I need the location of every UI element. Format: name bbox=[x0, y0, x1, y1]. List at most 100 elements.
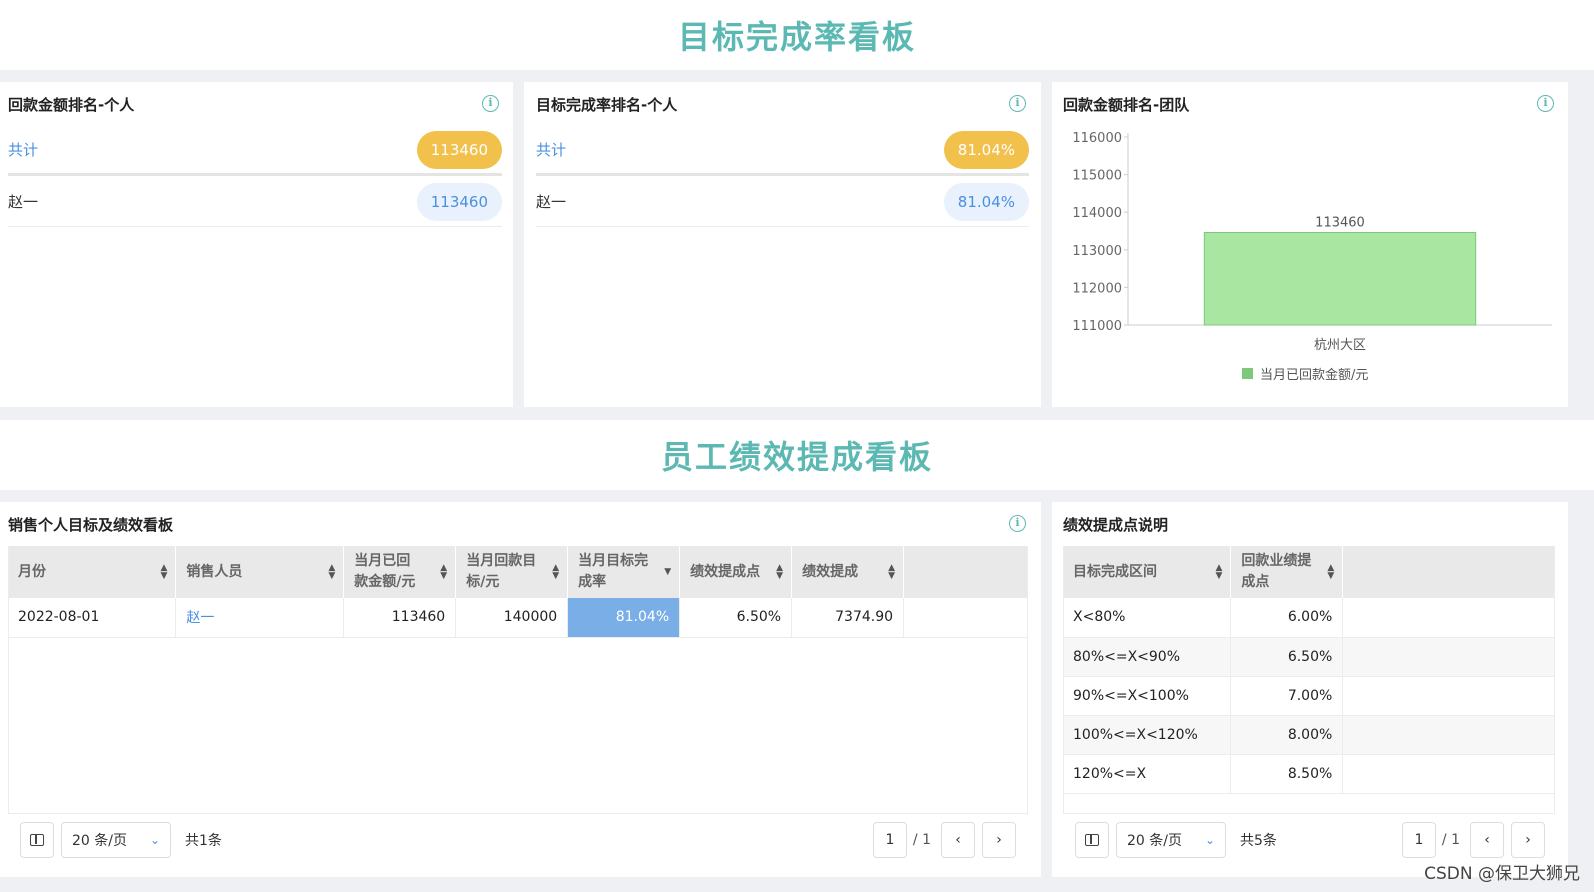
cell-point: 6.50% bbox=[679, 598, 793, 638]
cell-month: 2022-08-01 bbox=[8, 598, 177, 638]
rules-pagination: 20 条/页 ⌄ 共5条 1 / 1 ‹ › bbox=[1075, 821, 1545, 859]
cell-point: 8.50% bbox=[1230, 754, 1344, 794]
info-icon[interactable]: i bbox=[1009, 515, 1026, 532]
column-header-label: 当月已回 bbox=[354, 553, 411, 569]
table-row[interactable]: 120%<=X 8.50% bbox=[1063, 754, 1555, 794]
sort-icon[interactable]: ▲ ▼ bbox=[1215, 564, 1222, 581]
page-total: / 1 bbox=[912, 832, 931, 848]
page-size-value: 20 条/页 bbox=[1127, 833, 1182, 849]
column-header[interactable]: 绩效提成点 ▲ ▼ bbox=[679, 546, 793, 598]
column-header-label: 成点 bbox=[1241, 574, 1270, 590]
page-number: 1 bbox=[1414, 832, 1424, 848]
performance-pagination: 20 条/页 ⌄ 共1条 1 / 1 ‹ › bbox=[20, 821, 1016, 859]
table-row[interactable]: 2022-08-01 赵一 113460 140000 81.04% 6.50% 7374.… bbox=[8, 598, 1028, 638]
cell-commission: 7374.90 bbox=[791, 598, 905, 638]
column-settings-button[interactable] bbox=[1075, 822, 1109, 858]
y-tick-label: 111000 bbox=[1072, 319, 1122, 334]
performance-table: 月份 ▲ ▼ 销售人员 ▲ ▼ 当月已回款金额/元 ▲ ▼ 当月回款目标/元 ▲ ▼ 当月目标完成率 ▼ 绩… bbox=[8, 546, 1028, 638]
prev-page-button[interactable]: ‹ bbox=[941, 822, 975, 858]
chevron-left-icon: ‹ bbox=[955, 832, 961, 848]
column-settings-icon bbox=[30, 834, 44, 846]
card-title: 绩效提成点说明 bbox=[1063, 516, 1169, 534]
column-header[interactable]: 目标完成区间 ▲ ▼ bbox=[1063, 546, 1232, 598]
table-row[interactable]: 80%<=X<90% 6.50% bbox=[1063, 637, 1555, 677]
sort-icon[interactable]: ▲ ▼ bbox=[888, 564, 895, 581]
x-tick-label: 杭州大区 bbox=[1314, 338, 1366, 353]
column-header-label: 回款业绩提 bbox=[1241, 553, 1312, 569]
sort-icon[interactable]: ▲ ▼ bbox=[776, 564, 783, 581]
column-header-label: 绩效提成点 bbox=[690, 563, 761, 580]
bar-data-label: 113460 bbox=[1315, 216, 1365, 231]
next-page-button[interactable]: › bbox=[982, 822, 1016, 858]
dashboard-title-performance: 员工绩效提成看板 bbox=[0, 420, 1594, 490]
page-size-select[interactable]: 20 条/页 ⌄ bbox=[1116, 822, 1226, 858]
watermark-text: CSDN @保卫大狮兄 bbox=[1424, 864, 1580, 884]
cell-empty bbox=[1342, 637, 1555, 677]
y-tick-label: 113000 bbox=[1072, 244, 1122, 259]
table-row[interactable]: 100%<=X<120% 8.00% bbox=[1063, 715, 1555, 755]
y-tick-label: 115000 bbox=[1072, 169, 1122, 184]
sort-icon[interactable]: ▲ ▼ bbox=[440, 564, 447, 581]
cell-range: 90%<=X<100% bbox=[1063, 676, 1232, 716]
cell-range: 80%<=X<90% bbox=[1063, 637, 1232, 677]
column-settings-icon bbox=[1085, 834, 1099, 846]
page-number-input[interactable]: 1 bbox=[872, 822, 907, 858]
cell-received: 113460 bbox=[343, 598, 457, 638]
legend-label: 当月已回款金额/元 bbox=[1260, 367, 1368, 383]
column-header[interactable]: 当月已回款金额/元 ▲ ▼ bbox=[343, 546, 457, 598]
total-count: 共1条 bbox=[185, 833, 222, 849]
chevron-down-icon: ⌄ bbox=[149, 833, 160, 847]
cell-target: 140000 bbox=[455, 598, 569, 638]
commission-rules-table: 目标完成区间 ▲ ▼ 回款业绩提成点 ▲ ▼ X<80% 6.00% 80%<=X<90% 6.… bbox=[1063, 546, 1555, 794]
cell-empty bbox=[903, 598, 1028, 638]
y-tick-label: 114000 bbox=[1072, 206, 1122, 221]
column-header-label: 款金额/元 bbox=[354, 574, 416, 590]
chevron-left-icon: ‹ bbox=[1484, 832, 1490, 848]
cell-point: 6.00% bbox=[1230, 598, 1344, 638]
column-header-label: 目标完成区间 bbox=[1073, 563, 1157, 580]
page-number-input[interactable]: 1 bbox=[1401, 822, 1436, 858]
column-header[interactable]: 绩效提成 ▲ ▼ bbox=[791, 546, 905, 598]
column-header-label: 绩效提成 bbox=[802, 563, 859, 580]
column-header-label: 当月回款目 bbox=[466, 553, 537, 569]
y-tick-label: 112000 bbox=[1072, 281, 1122, 296]
chevron-right-icon: › bbox=[1525, 832, 1531, 848]
legend-swatch bbox=[1242, 368, 1253, 379]
column-header-empty bbox=[1342, 546, 1555, 598]
cell-point: 8.00% bbox=[1230, 715, 1344, 755]
column-settings-button[interactable] bbox=[20, 822, 54, 858]
cell-rate: 81.04% bbox=[567, 598, 681, 638]
sort-desc-icon[interactable]: ▼ bbox=[664, 568, 671, 577]
sort-icon[interactable]: ▲ ▼ bbox=[1327, 564, 1334, 581]
page-number: 1 bbox=[885, 832, 895, 848]
prev-page-button[interactable]: ‹ bbox=[1470, 822, 1504, 858]
table-row[interactable]: X<80% 6.00% bbox=[1063, 598, 1555, 638]
column-header[interactable]: 销售人员 ▲ ▼ bbox=[175, 546, 345, 598]
cell-range: 120%<=X bbox=[1063, 754, 1232, 794]
total-count: 共5条 bbox=[1240, 833, 1277, 849]
page-total: / 1 bbox=[1441, 832, 1460, 848]
column-header[interactable]: 当月回款目标/元 ▲ ▼ bbox=[455, 546, 569, 598]
card-title: 销售个人目标及绩效看板 bbox=[8, 516, 174, 534]
cell-empty bbox=[1342, 715, 1555, 755]
page-size-select[interactable]: 20 条/页 ⌄ bbox=[61, 822, 171, 858]
team-payment-bar-chart: 116000 115000 114000 113000 112000 111000 1134… bbox=[1072, 131, 1552, 383]
sort-icon[interactable]: ▲ ▼ bbox=[328, 564, 335, 581]
cell-range: X<80% bbox=[1063, 598, 1232, 638]
sort-icon[interactable]: ▲ ▼ bbox=[160, 564, 167, 581]
column-header-label: 月份 bbox=[18, 563, 46, 580]
column-header-label: 标/元 bbox=[466, 574, 500, 590]
bar bbox=[1203, 232, 1477, 326]
column-header-label: 销售人员 bbox=[186, 563, 243, 580]
column-header[interactable]: 回款业绩提成点 ▲ ▼ bbox=[1230, 546, 1344, 598]
next-page-button[interactable]: › bbox=[1511, 822, 1545, 858]
page-size-value: 20 条/页 bbox=[72, 833, 127, 849]
column-header-label: 当月目标完 bbox=[578, 553, 649, 569]
column-header-label: 成率 bbox=[578, 574, 607, 590]
sort-icon[interactable]: ▲ ▼ bbox=[552, 564, 559, 581]
cell-person[interactable]: 赵一 bbox=[175, 598, 345, 638]
column-header[interactable]: 当月目标完成率 ▼ bbox=[567, 546, 681, 598]
column-header[interactable]: 月份 ▲ ▼ bbox=[8, 546, 177, 598]
cell-empty bbox=[1342, 754, 1555, 794]
table-row[interactable]: 90%<=X<100% 7.00% bbox=[1063, 676, 1555, 716]
